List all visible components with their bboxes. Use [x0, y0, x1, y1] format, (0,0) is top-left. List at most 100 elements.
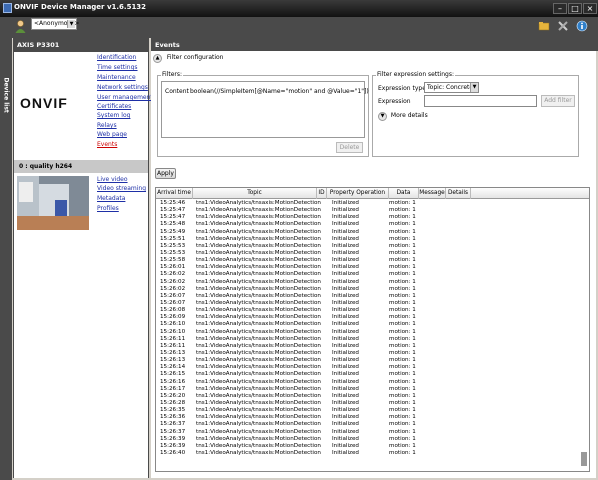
scrollbar[interactable]: [579, 200, 589, 471]
table-row[interactable]: 15:25:49 tns1:VideoAnalytics/tnsaxis:Moti…: [156, 229, 576, 236]
col-data[interactable]: Data: [389, 188, 419, 199]
cell-arrival-time: 15:26:28: [160, 399, 186, 406]
maximize-button[interactable]: □: [568, 3, 582, 14]
table-row[interactable]: 15:26:02 tns1:VideoAnalytics/tnsaxis:Moti…: [156, 286, 576, 293]
nav-identification[interactable]: Identification: [97, 54, 136, 61]
table-row[interactable]: 15:26:15 tns1:VideoAnalytics/tnsaxis:Moti…: [156, 371, 576, 378]
delete-button[interactable]: Delete: [336, 142, 363, 153]
table-row[interactable]: 15:26:10 tns1:VideoAnalytics/tnsaxis:Moti…: [156, 329, 576, 336]
table-row[interactable]: 15:25:51 tns1:VideoAnalytics/tnsaxis:Moti…: [156, 236, 576, 243]
table-row[interactable]: 15:25:47 tns1:VideoAnalytics/tnsaxis:Moti…: [156, 214, 576, 221]
nav-profiles[interactable]: Profiles: [97, 205, 119, 212]
nav-maintenance[interactable]: Maintenance: [97, 74, 136, 81]
chevron-up-icon[interactable]: ▲: [153, 54, 162, 63]
table-row[interactable]: 15:26:02 tns1:VideoAnalytics/tnsaxis:Moti…: [156, 271, 576, 278]
table-row[interactable]: 15:26:07 tns1:VideoAnalytics/tnsaxis:Moti…: [156, 293, 576, 300]
nav-web-page[interactable]: Web page: [97, 131, 127, 138]
table-row[interactable]: 15:26:08 tns1:VideoAnalytics/tnsaxis:Moti…: [156, 307, 576, 314]
filter-config-toggle[interactable]: ▲ Filter configuration: [153, 54, 224, 63]
nav-time-settings[interactable]: Time settings: [97, 64, 138, 71]
table-row[interactable]: 15:26:20 tns1:VideoAnalytics/tnsaxis:Moti…: [156, 393, 576, 400]
table-row[interactable]: 15:26:13 tns1:VideoAnalytics/tnsaxis:Moti…: [156, 350, 576, 357]
nav-certificates[interactable]: Certificates: [97, 103, 131, 110]
cell-arrival-time: 15:26:16: [160, 378, 186, 385]
col-details[interactable]: Details: [446, 188, 471, 199]
nav-user-management[interactable]: User management: [97, 94, 153, 101]
info-icon[interactable]: [576, 20, 588, 32]
cell-arrival-time: 15:25:47: [160, 214, 186, 221]
table-row[interactable]: 15:25:53 tns1:VideoAnalytics/tnsaxis:Moti…: [156, 250, 576, 257]
table-row[interactable]: 15:26:14 tns1:VideoAnalytics/tnsaxis:Moti…: [156, 364, 576, 371]
expression-input[interactable]: [424, 95, 537, 107]
col-id[interactable]: ID: [317, 188, 327, 199]
col-message[interactable]: Message: [419, 188, 446, 199]
video-preview[interactable]: [17, 176, 89, 230]
cell-topic: tns1:VideoAnalytics/tnsaxis:MotionDetect…: [196, 385, 321, 392]
col-arrival-time[interactable]: Arrival time: [156, 188, 193, 199]
table-row[interactable]: 15:26:11 tns1:VideoAnalytics/tnsaxis:Moti…: [156, 336, 576, 343]
table-row[interactable]: 15:26:39 tns1:VideoAnalytics/tnsaxis:Moti…: [156, 436, 576, 443]
table-row[interactable]: 15:26:40 tns1:VideoAnalytics/tnsaxis:Moti…: [156, 450, 576, 457]
cell-data: motion: 1: [389, 399, 416, 406]
table-row[interactable]: 15:26:09 tns1:VideoAnalytics/tnsaxis:Moti…: [156, 314, 576, 321]
cell-data: motion: 1: [389, 442, 416, 449]
table-row[interactable]: 15:25:53 tns1:VideoAnalytics/tnsaxis:Moti…: [156, 243, 576, 250]
cell-data: motion: 1: [389, 428, 416, 435]
nav-video-streaming[interactable]: Video streaming: [97, 185, 146, 192]
device-list-tab[interactable]: Device list: [0, 38, 12, 480]
table-row[interactable]: 15:26:16 tns1:VideoAnalytics/tnsaxis:Moti…: [156, 379, 576, 386]
table-row[interactable]: 15:26:39 tns1:VideoAnalytics/tnsaxis:Moti…: [156, 443, 576, 450]
cell-operation: Initialized: [332, 421, 359, 428]
table-row[interactable]: 15:26:11 tns1:VideoAnalytics/tnsaxis:Moti…: [156, 343, 576, 350]
apply-button[interactable]: Apply: [155, 168, 176, 179]
cell-arrival-time: 15:26:15: [160, 371, 186, 378]
table-row[interactable]: 15:25:46 tns1:VideoAnalytics/tnsaxis:Moti…: [156, 200, 576, 207]
user-select[interactable]: <Anonymous> ▼: [31, 18, 79, 30]
more-details-toggle[interactable]: ▼ More details: [378, 112, 428, 121]
filter-row[interactable]: Content boolean(//SimpleItem[@Name="moti…: [165, 88, 369, 95]
table-row[interactable]: 15:25:48 tns1:VideoAnalytics/tnsaxis:Moti…: [156, 221, 576, 228]
chevron-down-icon[interactable]: ▼: [378, 112, 387, 121]
table-row[interactable]: 15:26:13 tns1:VideoAnalytics/tnsaxis:Moti…: [156, 357, 576, 364]
chevron-down-icon[interactable]: ▼: [67, 20, 75, 28]
nav-metadata[interactable]: Metadata: [97, 195, 125, 202]
table-row[interactable]: 15:26:35 tns1:VideoAnalytics/tnsaxis:Moti…: [156, 407, 576, 414]
folder-icon[interactable]: [538, 20, 550, 32]
cell-data: motion: 1: [389, 214, 416, 221]
cell-data: motion: 1: [389, 435, 416, 442]
add-filter-button[interactable]: Add filter: [541, 95, 575, 107]
table-row[interactable]: 15:25:58 tns1:VideoAnalytics/tnsaxis:Moti…: [156, 257, 576, 264]
cell-arrival-time: 15:25:53: [160, 242, 186, 249]
close-button[interactable]: ×: [583, 3, 597, 14]
nav-network-settings[interactable]: Network settings: [97, 84, 148, 91]
table-row[interactable]: 15:25:47 tns1:VideoAnalytics/tnsaxis:Moti…: [156, 207, 576, 214]
table-row[interactable]: 15:26:37 tns1:VideoAnalytics/tnsaxis:Moti…: [156, 421, 576, 428]
nav-system-log[interactable]: System log: [97, 112, 130, 119]
col-topic[interactable]: Topic: [193, 188, 317, 199]
events-table[interactable]: Arrival time Topic ID Property Operation…: [155, 187, 590, 472]
scroll-thumb[interactable]: [581, 452, 587, 466]
col-property-operation[interactable]: Property Operation: [327, 188, 389, 199]
table-row[interactable]: 15:26:36 tns1:VideoAnalytics/tnsaxis:Moti…: [156, 414, 576, 421]
table-row[interactable]: 15:26:37 tns1:VideoAnalytics/tnsaxis:Moti…: [156, 429, 576, 436]
table-rows: 15:25:46 tns1:VideoAnalytics/tnsaxis:Moti…: [156, 200, 576, 457]
nav-relays[interactable]: Relays: [97, 122, 117, 129]
table-row[interactable]: 15:26:07 tns1:VideoAnalytics/tnsaxis:Moti…: [156, 300, 576, 307]
cell-data: motion: 1: [389, 421, 416, 428]
table-row[interactable]: 15:26:10 tns1:VideoAnalytics/tnsaxis:Moti…: [156, 321, 576, 328]
table-row[interactable]: 15:26:28 tns1:VideoAnalytics/tnsaxis:Moti…: [156, 400, 576, 407]
cell-operation: Initialized: [332, 342, 359, 349]
cell-arrival-time: 15:26:13: [160, 357, 186, 364]
table-row[interactable]: 15:26:02 tns1:VideoAnalytics/tnsaxis:Moti…: [156, 279, 576, 286]
tools-icon[interactable]: [557, 20, 569, 32]
cell-arrival-time: 15:26:10: [160, 321, 186, 328]
chevron-down-icon[interactable]: ▼: [470, 83, 478, 92]
table-row[interactable]: 15:26:01 tns1:VideoAnalytics/tnsaxis:Moti…: [156, 264, 576, 271]
minimize-button[interactable]: –: [553, 3, 567, 14]
cell-topic: tns1:VideoAnalytics/tnsaxis:MotionDetect…: [196, 271, 321, 278]
table-row[interactable]: 15:26:17 tns1:VideoAnalytics/tnsaxis:Moti…: [156, 386, 576, 393]
cell-operation: Initialized: [332, 249, 359, 256]
nav-events[interactable]: Events: [97, 141, 117, 148]
expression-type-select[interactable]: Topic: Concrete ▼: [424, 82, 479, 93]
nav-live-video[interactable]: Live video: [97, 176, 128, 183]
